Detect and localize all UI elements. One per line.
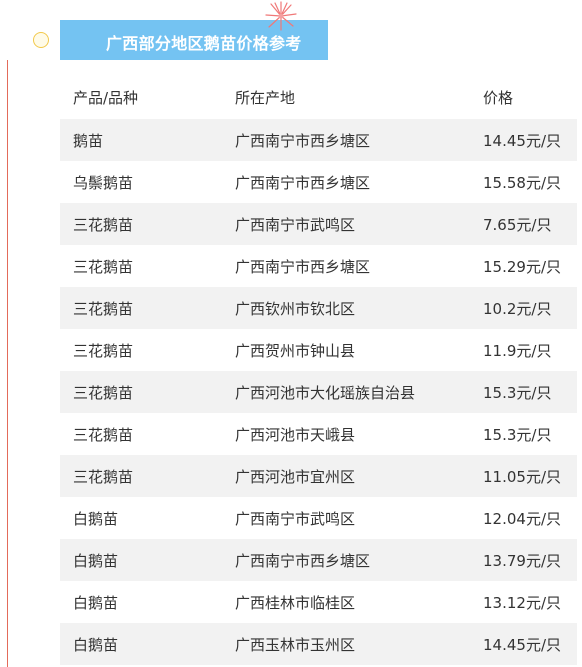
- table-body: 鹅苗 广西南宁市西乡塘区 14.45元/只 乌鬃鹅苗 广西南宁市西乡塘区 15.58元/只…: [60, 119, 577, 665]
- cell-product: 三花鹅苗: [73, 341, 134, 360]
- cell-product: 三花鹅苗: [73, 425, 134, 444]
- cell-location: 广西河池市大化瑶族自治县: [235, 383, 416, 402]
- cell-product: 三花鹅苗: [73, 467, 134, 486]
- table-row: 白鹅苗 广西南宁市武鸣区 12.04元/只: [60, 497, 577, 539]
- cell-price: 15.3元/只: [483, 425, 552, 444]
- cell-product: 乌鬃鹅苗: [73, 173, 134, 192]
- cell-price: 7.65元/只: [483, 215, 552, 234]
- cell-price: 14.45元/只: [483, 131, 561, 150]
- table-row: 三花鹅苗 广西钦州市钦北区 10.2元/只: [60, 287, 577, 329]
- table-row: 白鹅苗 广西玉林市玉州区 14.45元/只: [60, 623, 577, 665]
- cell-product: 三花鹅苗: [73, 215, 134, 234]
- cell-location: 广西河池市宜州区: [235, 467, 356, 486]
- cell-product: 白鹅苗: [73, 593, 119, 612]
- cell-location: 广西贺州市钟山县: [235, 341, 356, 360]
- cell-location: 广西桂林市临桂区: [235, 593, 356, 612]
- header-product: 产品/品种: [73, 88, 139, 107]
- cell-price: 13.12元/只: [483, 593, 561, 612]
- cell-product: 白鹅苗: [73, 509, 119, 528]
- table-row: 三花鹅苗 广西贺州市钟山县 11.9元/只: [60, 329, 577, 371]
- table-row: 三花鹅苗 广西河池市宜州区 11.05元/只: [60, 455, 577, 497]
- cell-price: 13.79元/只: [483, 551, 561, 570]
- decorative-left-line: [7, 60, 8, 667]
- table-row: 三花鹅苗 广西河池市大化瑶族自治县 15.3元/只: [60, 371, 577, 413]
- cell-product: 白鹅苗: [73, 635, 119, 654]
- cell-location: 广西南宁市西乡塘区: [235, 257, 371, 276]
- page-title: 广西部分地区鹅苗价格参考: [106, 34, 302, 53]
- cell-product: 鹅苗: [73, 131, 104, 150]
- table-row: 三花鹅苗 广西南宁市武鸣区 7.65元/只: [60, 203, 577, 245]
- cell-location: 广西河池市天峨县: [235, 425, 356, 444]
- header-location: 所在产地: [235, 88, 296, 107]
- cell-price: 15.29元/只: [483, 257, 561, 276]
- cell-product: 三花鹅苗: [73, 383, 134, 402]
- table-row: 鹅苗 广西南宁市西乡塘区 14.45元/只: [60, 119, 577, 161]
- cell-price: 15.58元/只: [483, 173, 561, 192]
- table-row: 白鹅苗 广西桂林市临桂区 13.12元/只: [60, 581, 577, 623]
- table-row: 白鹅苗 广西南宁市西乡塘区 13.79元/只: [60, 539, 577, 581]
- table-row: 三花鹅苗 广西河池市天峨县 15.3元/只: [60, 413, 577, 455]
- firework-icon: [265, 1, 297, 31]
- cell-price: 11.9元/只: [483, 341, 552, 360]
- header-price: 价格: [483, 88, 514, 107]
- cell-location: 广西南宁市西乡塘区: [235, 131, 371, 150]
- cell-price: 14.45元/只: [483, 635, 561, 654]
- cell-price: 11.05元/只: [483, 467, 561, 486]
- cell-location: 广西南宁市武鸣区: [235, 509, 356, 528]
- cell-location: 广西南宁市武鸣区: [235, 215, 356, 234]
- price-table: 产品/品种 所在产地 价格 鹅苗 广西南宁市西乡塘区 14.45元/只 乌鬃鹅苗 广西南…: [60, 75, 577, 665]
- cell-price: 15.3元/只: [483, 383, 552, 402]
- table-row: 乌鬃鹅苗 广西南宁市西乡塘区 15.58元/只: [60, 161, 577, 203]
- cell-location: 广西钦州市钦北区: [235, 299, 356, 318]
- cell-location: 广西南宁市西乡塘区: [235, 173, 371, 192]
- cell-product: 三花鹅苗: [73, 257, 134, 276]
- cell-product: 白鹅苗: [73, 551, 119, 570]
- cell-location: 广西玉林市玉州区: [235, 635, 356, 654]
- cell-location: 广西南宁市西乡塘区: [235, 551, 371, 570]
- cell-price: 12.04元/只: [483, 509, 561, 528]
- cell-price: 10.2元/只: [483, 299, 552, 318]
- table-header: 产品/品种 所在产地 价格: [60, 75, 577, 119]
- table-row: 三花鹅苗 广西南宁市西乡塘区 15.29元/只: [60, 245, 577, 287]
- circle-ornament-icon: [33, 32, 49, 48]
- cell-product: 三花鹅苗: [73, 299, 134, 318]
